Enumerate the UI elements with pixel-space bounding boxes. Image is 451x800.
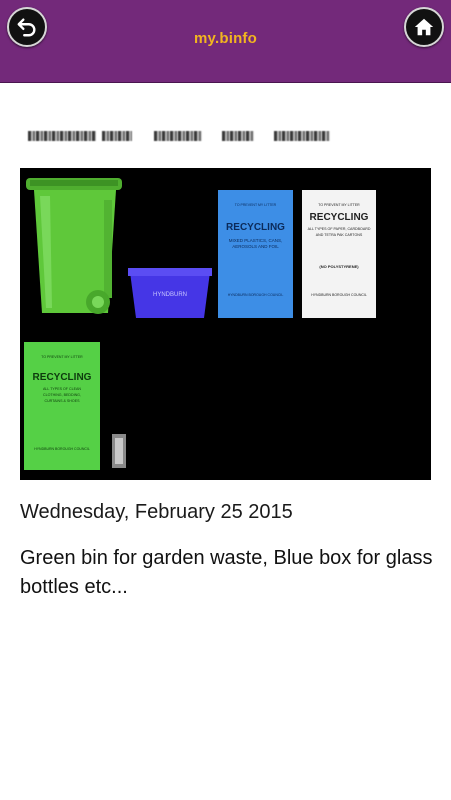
post-description: Green bin for garden waste, Blue box for… [20,547,433,598]
svg-text:TO PREVENT MY LITTER: TO PREVENT MY LITTER [235,203,277,207]
white-sack-heading: RECYCLING [310,212,369,223]
green-sack-council: HYNDBURN BOROUGH COUNCIL [34,447,90,451]
green-bin [26,178,122,314]
svg-text:ALL TYPES OF PAPER, CARDBOARD: ALL TYPES OF PAPER, CARDBOARD [308,227,371,231]
svg-text:AND TETRA PAK CARTONS: AND TETRA PAK CARTONS [316,233,363,237]
home-icon [414,18,434,36]
blue-box: HYNDBURN [128,268,212,318]
pixelated-text [28,126,388,146]
blue-recycling-sack: TO PREVENT MY LITTER RECYCLING MIXED PLA… [218,190,293,318]
white-sack-council: HYNDBURN BOROUGH COUNCIL [311,293,367,297]
white-sack-note: (NO POLYSTYRENE) [319,264,359,269]
svg-text:TO PREVENT MY LITTER: TO PREVENT MY LITTER [41,355,83,359]
white-recycling-sack: TO PREVENT MY LITTER RECYCLING ALL TYPES… [302,190,376,318]
svg-text:AEROSOLS AND FOIL: AEROSOLS AND FOIL [232,244,279,249]
app-header: my.binfo [0,0,451,83]
bins-photo: HYNDBURN TO PREVENT MY LITTER RECYCLING … [20,168,431,480]
app-title: my.binfo [194,30,257,47]
svg-text:ALL TYPES OF CLEAN: ALL TYPES OF CLEAN [43,387,81,391]
blue-sack-heading: RECYCLING [226,222,285,233]
svg-text:TO PREVENT MY LITTER: TO PREVENT MY LITTER [318,203,360,207]
svg-text:CLOTHING, BEDDING,: CLOTHING, BEDDING, [43,393,81,397]
post-date: Wednesday, February 25 2015 [20,501,293,523]
blue-sack-council: HYNDBURN BOROUGH COUNCIL [228,293,284,297]
box-label: HYNDBURN [153,292,187,298]
green-sack-heading: RECYCLING [33,372,92,383]
bins-illustration: HYNDBURN TO PREVENT MY LITTER RECYCLING … [24,178,376,470]
home-button[interactable] [404,7,444,47]
svg-text:MIXED PLASTICS, CANS,: MIXED PLASTICS, CANS, [229,238,283,243]
svg-text:CURTAINS & SHOES: CURTAINS & SHOES [44,399,80,403]
green-recycling-sack: TO PREVENT MY LITTER RECYCLING ALL TYPES… [24,342,100,470]
